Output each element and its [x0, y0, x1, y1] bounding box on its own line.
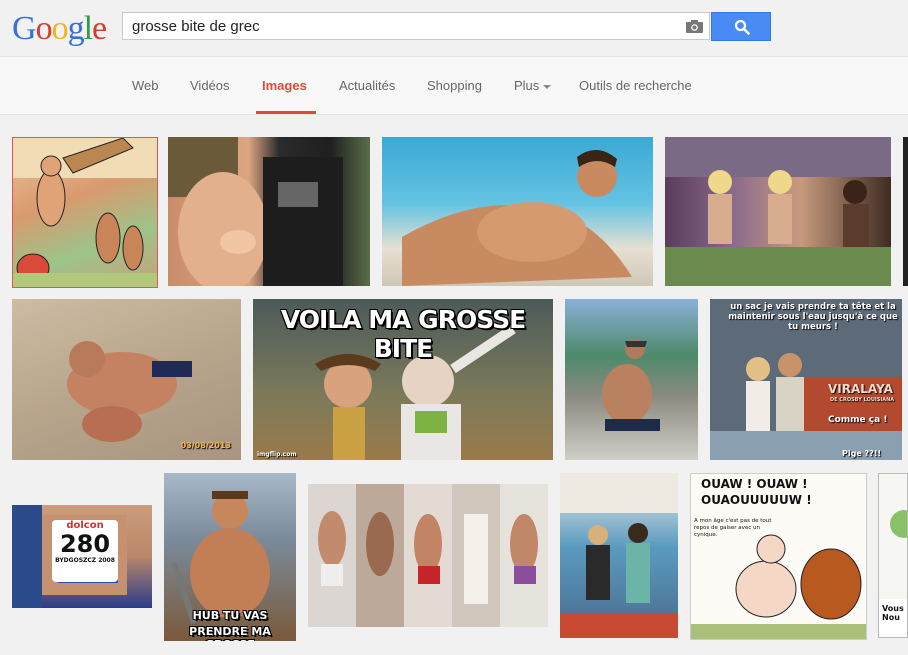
- search-icon: [734, 19, 750, 35]
- image-result-ferry-women[interactable]: [560, 473, 678, 638]
- pool-photo-image: [402, 149, 632, 286]
- image-result-sand-wrestling[interactable]: 03/08/2013: [12, 299, 241, 460]
- search-tabs: Web Vidéos Images Actualités Shopping Pl…: [0, 56, 908, 115]
- tab-outils-de-recherche[interactable]: Outils de recherche: [579, 78, 692, 93]
- barbarian-caption-2: PRENDRE MA GROSSE: [189, 625, 271, 641]
- image-result-pool-man[interactable]: [382, 137, 653, 286]
- comic-figure-image: [13, 138, 157, 287]
- tab-shopping[interactable]: Shopping: [427, 78, 482, 93]
- image-result-seaside[interactable]: [565, 299, 698, 460]
- image-result-boys[interactable]: [168, 137, 370, 286]
- barbarian-caption-1: HUB TU VAS: [192, 609, 268, 622]
- comic-dog-image: [691, 534, 866, 639]
- parade-photo-image: [665, 137, 891, 286]
- image-result-athlete[interactable]: dolcon 280 BYDGOSZCZ 2008: [12, 505, 152, 608]
- boat-meme-text-3: Pige ??!!: [842, 449, 882, 458]
- bib-city: BYDGOSZCZ 2008: [55, 557, 115, 564]
- tab-actualites[interactable]: Actualités: [339, 78, 395, 93]
- active-tab-indicator: [256, 111, 316, 114]
- tab-images[interactable]: Images: [262, 78, 307, 93]
- wrestling-photo-image: [67, 341, 192, 442]
- image-result-partial-right[interactable]: [903, 137, 908, 286]
- seaside-photo-image: [602, 339, 660, 431]
- boys-photo-image: [168, 137, 343, 286]
- tab-videos[interactable]: Vidéos: [190, 78, 230, 93]
- photo-date-stamp: 03/08/2013: [180, 441, 231, 450]
- image-result-cartoon-dog[interactable]: OUAW ! OUAW ! OUAOUUUUUW ! A mon âge c'e…: [690, 473, 867, 640]
- boat-meme-text: un sac je vais prendre ta tête et la mai…: [728, 302, 898, 332]
- image-result-partial-comic[interactable]: Vous Nou: [878, 473, 908, 638]
- search-input[interactable]: [132, 18, 672, 35]
- ferry-photo-image: [560, 473, 678, 638]
- tab-web[interactable]: Web: [132, 78, 159, 93]
- camera-icon[interactable]: [686, 20, 703, 33]
- image-result-woody-meme[interactable]: VOILA MA GROSSE BITE imgflip.com: [253, 299, 553, 460]
- google-logo[interactable]: Google: [12, 10, 107, 48]
- boat-meme-text-2: Comme ça !: [828, 415, 888, 425]
- image-result-comic-warriors[interactable]: [12, 137, 158, 288]
- image-result-parade[interactable]: [665, 137, 891, 286]
- chevron-down-icon: [543, 84, 552, 89]
- image-results-grid: 03/08/2013 VOILA MA GROSSE BITE imgflip.…: [0, 116, 908, 655]
- bib-number: 280: [59, 530, 111, 558]
- boat-sign-subtext: DE CROSBY LOUISIANA: [830, 397, 895, 403]
- models-collage-image: [308, 484, 548, 627]
- image-result-models-collage[interactable]: [308, 484, 548, 627]
- meme-watermark: imgflip.com: [257, 451, 297, 458]
- boat-sign-text: VIRALAYA: [828, 382, 893, 396]
- header: Google: [0, 0, 908, 56]
- tab-plus[interactable]: Plus: [514, 78, 552, 93]
- image-result-boat-meme[interactable]: un sac je vais prendre ta tête et la mai…: [710, 299, 902, 460]
- tab-plus-label: Plus: [514, 78, 540, 93]
- image-result-barbarian[interactable]: HUB TU VAS PRENDRE MA GROSSE: [164, 473, 296, 641]
- meme-caption: VOILA MA GROSSE BITE: [280, 305, 526, 363]
- race-bib: dolcon 280 BYDGOSZCZ 2008: [52, 520, 118, 582]
- partial-comic-text: Vous Nou: [882, 604, 904, 622]
- search-button[interactable]: [711, 12, 771, 41]
- search-box[interactable]: [122, 12, 710, 40]
